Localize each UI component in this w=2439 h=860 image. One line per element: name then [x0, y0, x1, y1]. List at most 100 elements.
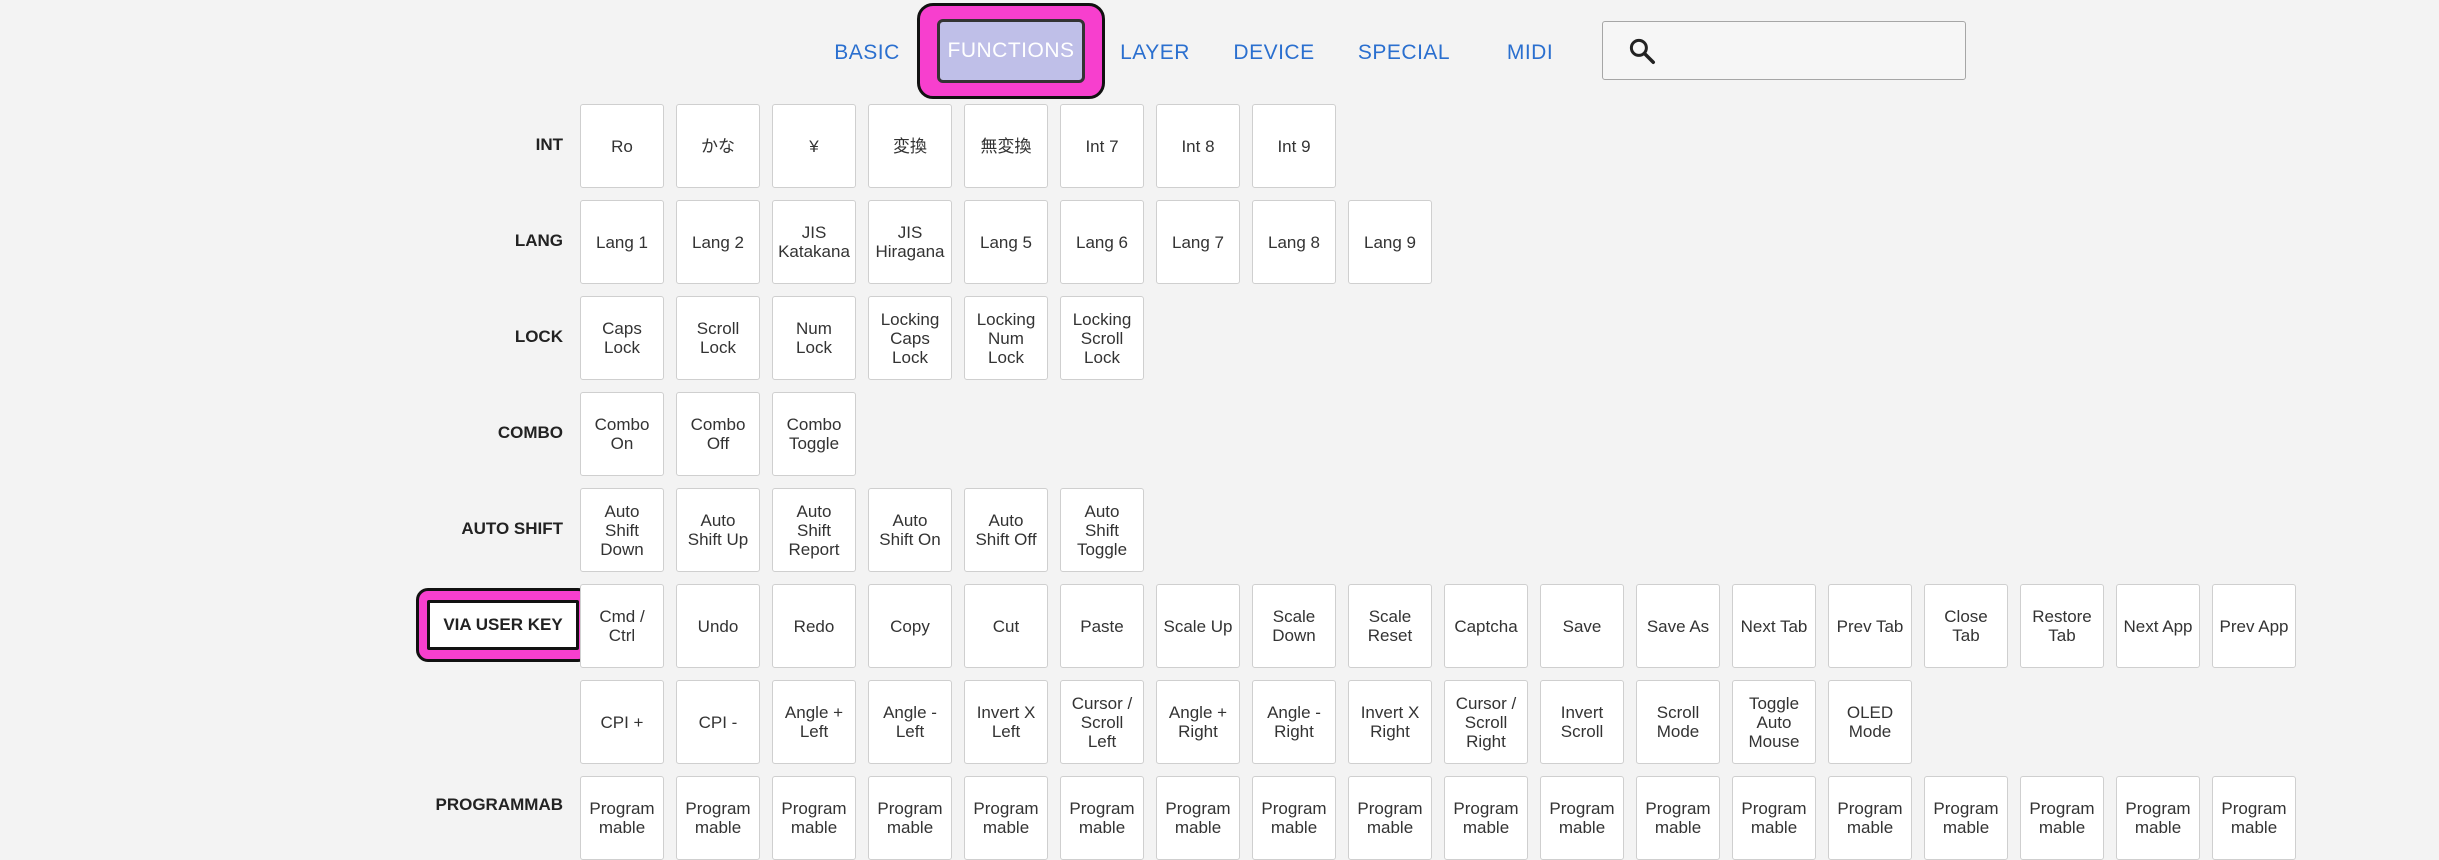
key-prog-8[interactable]: Program mable	[1348, 776, 1432, 860]
keys-via-user-key: Cmd / Ctrl Undo Redo Copy Cut Paste Scale Up Sc…	[580, 584, 2296, 668]
key-int-2[interactable]: ¥	[772, 104, 856, 188]
tab-midi[interactable]: MIDI	[1505, 38, 1555, 68]
key-prog-0[interactable]: Program mable	[580, 776, 664, 860]
key-autoshift-2[interactable]: Auto Shift Report	[772, 488, 856, 572]
keys-auto-shift: Auto Shift Down Auto Shift Up Auto Shift R…	[580, 488, 1144, 572]
key-lock-3[interactable]: Locking Caps Lock	[868, 296, 952, 380]
search-box[interactable]	[1602, 21, 1966, 80]
key-via2-2[interactable]: Angle + Left	[772, 680, 856, 764]
top-nav: BASIC FUNCTIONS LAYER DEVICE SPECIAL MID…	[0, 0, 2439, 104]
key-via2-5[interactable]: Cursor / Scroll Left	[1060, 680, 1144, 764]
keys-lang: Lang 1 Lang 2 JIS Katakana JIS Hiragana Lang…	[580, 200, 1432, 284]
key-prog-13[interactable]: Program mable	[1828, 776, 1912, 860]
key-via2-7[interactable]: Angle - Right	[1252, 680, 1336, 764]
key-lang-1[interactable]: Lang 2	[676, 200, 760, 284]
key-lock-4[interactable]: Locking Num Lock	[964, 296, 1048, 380]
key-int-6[interactable]: Int 8	[1156, 104, 1240, 188]
key-prog-2[interactable]: Program mable	[772, 776, 856, 860]
key-combo-2[interactable]: Combo Toggle	[772, 392, 856, 476]
key-prog-6[interactable]: Program mable	[1156, 776, 1240, 860]
key-via-4[interactable]: Cut	[964, 584, 1048, 668]
tab-device[interactable]: DEVICE	[1233, 38, 1314, 68]
tab-layer[interactable]: LAYER	[1120, 38, 1189, 68]
key-via-6[interactable]: Scale Up	[1156, 584, 1240, 668]
tab-functions[interactable]: FUNCTIONS	[937, 19, 1085, 83]
key-via2-11[interactable]: Scroll Mode	[1636, 680, 1720, 764]
section-label-lang: LANG	[514, 231, 563, 250]
key-lock-1[interactable]: Scroll Lock	[676, 296, 760, 380]
key-via2-3[interactable]: Angle - Left	[868, 680, 952, 764]
key-lock-5[interactable]: Locking Scroll Lock	[1060, 296, 1144, 380]
key-prog-1[interactable]: Program mable	[676, 776, 760, 860]
key-autoshift-0[interactable]: Auto Shift Down	[580, 488, 664, 572]
key-via2-13[interactable]: OLED Mode	[1828, 680, 1912, 764]
key-autoshift-5[interactable]: Auto Shift Toggle	[1060, 488, 1144, 572]
key-via2-1[interactable]: CPI -	[676, 680, 760, 764]
key-via-14[interactable]: Close Tab	[1924, 584, 2008, 668]
key-lock-0[interactable]: Caps Lock	[580, 296, 664, 380]
key-int-3[interactable]: 変換	[868, 104, 952, 188]
key-via-3[interactable]: Copy	[868, 584, 952, 668]
key-lang-4[interactable]: Lang 5	[964, 200, 1048, 284]
key-int-0[interactable]: Ro	[580, 104, 664, 188]
section-label-int: INT	[535, 135, 563, 154]
key-lang-0[interactable]: Lang 1	[580, 200, 664, 284]
key-prog-9[interactable]: Program mable	[1444, 776, 1528, 860]
key-prog-11[interactable]: Program mable	[1636, 776, 1720, 860]
key-via-0[interactable]: Cmd / Ctrl	[580, 584, 664, 668]
key-via-12[interactable]: Next Tab	[1732, 584, 1816, 668]
key-via-8[interactable]: Scale Reset	[1348, 584, 1432, 668]
key-via2-8[interactable]: Invert X Right	[1348, 680, 1432, 764]
key-prog-5[interactable]: Program mable	[1060, 776, 1144, 860]
key-via-17[interactable]: Prev App	[2212, 584, 2296, 668]
key-via-7[interactable]: Scale Down	[1252, 584, 1336, 668]
key-prog-16[interactable]: Program mable	[2116, 776, 2200, 860]
key-autoshift-1[interactable]: Auto Shift Up	[676, 488, 760, 572]
key-via2-10[interactable]: Invert Scroll	[1540, 680, 1624, 764]
key-lang-5[interactable]: Lang 6	[1060, 200, 1144, 284]
section-label-auto-shift: AUTO SHIFT	[461, 519, 563, 538]
key-prog-14[interactable]: Program mable	[1924, 776, 2008, 860]
key-via2-0[interactable]: CPI +	[580, 680, 664, 764]
key-via-10[interactable]: Save	[1540, 584, 1624, 668]
key-int-4[interactable]: 無変換	[964, 104, 1048, 188]
key-via-9[interactable]: Captcha	[1444, 584, 1528, 668]
key-via-15[interactable]: Restore Tab	[2020, 584, 2104, 668]
key-prog-12[interactable]: Program mable	[1732, 776, 1816, 860]
key-via2-9[interactable]: Cursor / Scroll Right	[1444, 680, 1528, 764]
key-via2-4[interactable]: Invert X Left	[964, 680, 1048, 764]
key-via-2[interactable]: Redo	[772, 584, 856, 668]
tab-functions-highlight[interactable]: FUNCTIONS	[917, 3, 1105, 99]
tab-basic[interactable]: BASIC	[834, 38, 900, 68]
key-lock-2[interactable]: Num Lock	[772, 296, 856, 380]
key-prog-17[interactable]: Program mable	[2212, 776, 2296, 860]
tab-special[interactable]: SPECIAL	[1358, 38, 1450, 68]
key-lang-7[interactable]: Lang 8	[1252, 200, 1336, 284]
key-combo-1[interactable]: Combo Off	[676, 392, 760, 476]
key-via2-12[interactable]: Toggle Auto Mouse	[1732, 680, 1816, 764]
key-prog-7[interactable]: Program mable	[1252, 776, 1336, 860]
key-combo-0[interactable]: Combo On	[580, 392, 664, 476]
key-int-7[interactable]: Int 9	[1252, 104, 1336, 188]
key-via-13[interactable]: Prev Tab	[1828, 584, 1912, 668]
search-input[interactable]	[1671, 38, 1955, 63]
keys-via-user-key-2: CPI + CPI - Angle + Left Angle - Left Invert…	[580, 680, 1912, 764]
key-prog-4[interactable]: Program mable	[964, 776, 1048, 860]
key-prog-10[interactable]: Program mable	[1540, 776, 1624, 860]
key-via-11[interactable]: Save As	[1636, 584, 1720, 668]
key-prog-3[interactable]: Program mable	[868, 776, 952, 860]
key-lang-2[interactable]: JIS Katakana	[772, 200, 856, 284]
key-autoshift-4[interactable]: Auto Shift Off	[964, 488, 1048, 572]
key-lang-8[interactable]: Lang 9	[1348, 200, 1432, 284]
key-prog-15[interactable]: Program mable	[2020, 776, 2104, 860]
key-lang-3[interactable]: JIS Hiragana	[868, 200, 952, 284]
key-via-5[interactable]: Paste	[1060, 584, 1144, 668]
key-via2-6[interactable]: Angle + Right	[1156, 680, 1240, 764]
key-via-16[interactable]: Next App	[2116, 584, 2200, 668]
key-int-5[interactable]: Int 7	[1060, 104, 1144, 188]
key-int-1[interactable]: かな	[676, 104, 760, 188]
key-lang-6[interactable]: Lang 7	[1156, 200, 1240, 284]
keys-combo: Combo On Combo Off Combo Toggle	[580, 392, 856, 476]
key-autoshift-3[interactable]: Auto Shift On	[868, 488, 952, 572]
key-via-1[interactable]: Undo	[676, 584, 760, 668]
